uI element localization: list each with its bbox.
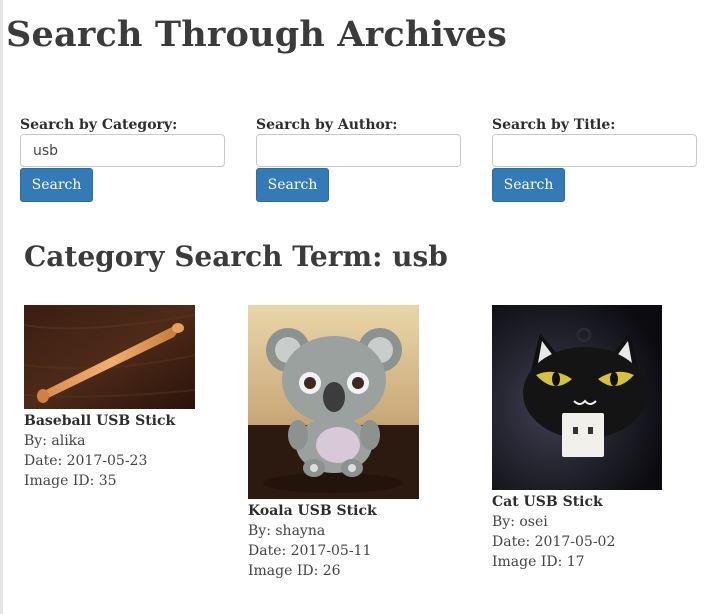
result-image-baseball-usb[interactable]	[24, 305, 195, 409]
koala-usb-image	[248, 305, 419, 499]
result-image-id: Image ID: 17	[492, 554, 585, 570]
title-search-button[interactable]: Search	[492, 168, 565, 202]
result-title[interactable]: Cat USB Stick	[492, 492, 662, 512]
category-search-group: Search by Category: Search	[20, 116, 230, 202]
result-date: Date: 2017-05-23	[24, 453, 148, 469]
category-search-input[interactable]	[20, 134, 225, 167]
page-title: Search Through Archives	[6, 14, 507, 55]
author-search-input[interactable]	[256, 134, 461, 167]
cat-usb-image	[492, 305, 662, 490]
result-author: By: alika	[24, 433, 86, 449]
result-card: Baseball USB Stick By: alika Date: 2017-…	[24, 305, 195, 491]
result-image-cat-usb[interactable]	[492, 305, 662, 490]
result-date: Date: 2017-05-11	[248, 543, 372, 559]
result-title[interactable]: Baseball USB Stick	[24, 411, 195, 431]
author-search-group: Search by Author: Search	[256, 116, 466, 202]
result-author: By: shayna	[248, 523, 326, 539]
result-image-id: Image ID: 35	[24, 473, 117, 489]
result-card: Koala USB Stick By: shayna Date: 2017-05…	[248, 305, 419, 581]
category-search-button[interactable]: Search	[20, 168, 93, 202]
author-search-label: Search by Author:	[256, 117, 398, 133]
results-heading: Category Search Term: usb	[24, 240, 448, 273]
title-search-group: Search by Title: Search	[492, 116, 702, 202]
result-image-koala-usb[interactable]	[248, 305, 419, 499]
page-left-border	[0, 0, 3, 614]
title-search-label: Search by Title:	[492, 117, 616, 133]
result-title[interactable]: Koala USB Stick	[248, 501, 419, 521]
result-author: By: osei	[492, 514, 548, 530]
category-search-label: Search by Category:	[20, 117, 178, 133]
baseball-bat-usb-image	[24, 305, 195, 409]
author-search-button[interactable]: Search	[256, 168, 329, 202]
result-card: Cat USB Stick By: osei Date: 2017-05-02 …	[492, 305, 662, 572]
result-date: Date: 2017-05-02	[492, 534, 616, 550]
title-search-input[interactable]	[492, 134, 697, 167]
result-image-id: Image ID: 26	[248, 563, 341, 579]
